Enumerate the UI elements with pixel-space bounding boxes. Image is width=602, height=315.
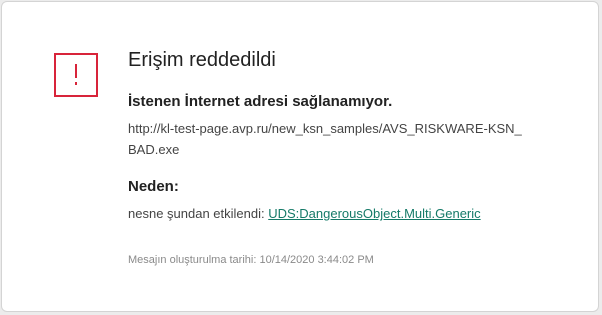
page-title: Erişim reddedildi xyxy=(128,49,276,71)
timestamp-value: 10/14/2020 3:44:02 PM xyxy=(259,254,374,266)
reason-heading: Neden: xyxy=(128,178,179,195)
message-timestamp: Mesajın oluşturulma tarihi: 10/14/2020 3… xyxy=(128,254,374,266)
blocked-url: http://kl-test-page.avp.ru/new_ksn_sampl… xyxy=(128,121,522,157)
reason-prefix: nesne şundan etkilendi: xyxy=(128,206,265,221)
threat-name-link[interactable]: UDS:DangerousObject.Multi.Generic xyxy=(268,206,480,221)
reason-line: nesne şundan etkilendi: UDS:DangerousObj… xyxy=(128,206,481,221)
exclamation-icon xyxy=(54,53,98,97)
blocked-page-card: Erişim reddedildi İstenen İnternet adres… xyxy=(1,1,599,312)
headline: İstenen İnternet adresi sağlanamıyor. xyxy=(128,93,393,110)
timestamp-label: Mesajın oluşturulma tarihi: xyxy=(128,254,257,266)
